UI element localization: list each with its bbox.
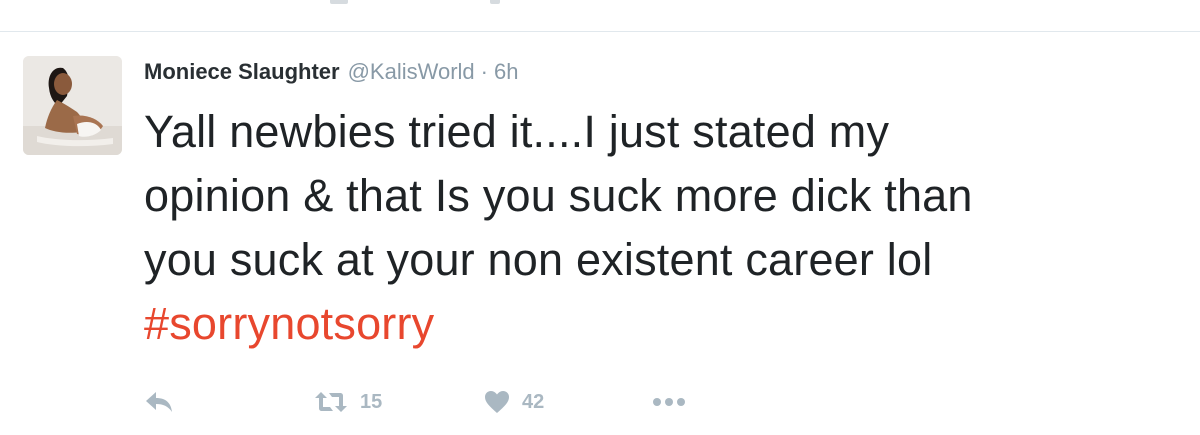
tweet-timestamp[interactable]: 6h <box>494 56 518 88</box>
tweet-text-line: Yall newbies tried it....I just stated m… <box>144 106 890 157</box>
more-icon <box>653 398 685 406</box>
heart-icon <box>485 391 509 413</box>
hashtag-link[interactable]: #sorrynotsorry <box>144 292 1174 356</box>
previous-tweet-actions-remnant <box>300 0 540 8</box>
tweet-actions: 15 42 <box>144 382 844 422</box>
like-button[interactable]: 42 <box>484 382 544 422</box>
author-username[interactable]: @KalisWorld <box>348 56 475 88</box>
reply-button[interactable] <box>144 382 174 422</box>
previous-tweet-icon-fragment <box>490 0 500 4</box>
more-button[interactable] <box>652 382 686 422</box>
avatar-image <box>23 56 122 155</box>
retweet-icon <box>315 392 347 412</box>
tweet-page: Moniece Slaughter @KalisWorld · 6h Yall … <box>0 0 1200 435</box>
header-separator: · <box>480 59 488 84</box>
tweet-text: Yall newbies tried it....I just stated m… <box>144 100 1174 356</box>
reply-icon <box>146 392 172 412</box>
avatar[interactable] <box>23 56 122 155</box>
tweet-text-line: opinion & that Is you suck more dick tha… <box>144 170 973 221</box>
like-count: 42 <box>522 390 545 413</box>
retweet-button[interactable]: 15 <box>314 382 382 422</box>
tweet-text-line: you suck at your non existent career lol <box>144 234 933 285</box>
tweet[interactable]: Moniece Slaughter @KalisWorld · 6h Yall … <box>0 32 1200 435</box>
retweet-count: 15 <box>360 390 383 413</box>
tweet-header: Moniece Slaughter @KalisWorld · 6h <box>144 56 518 88</box>
author-fullname[interactable]: Moniece Slaughter <box>144 56 340 88</box>
previous-tweet-icon-fragment <box>330 0 348 4</box>
